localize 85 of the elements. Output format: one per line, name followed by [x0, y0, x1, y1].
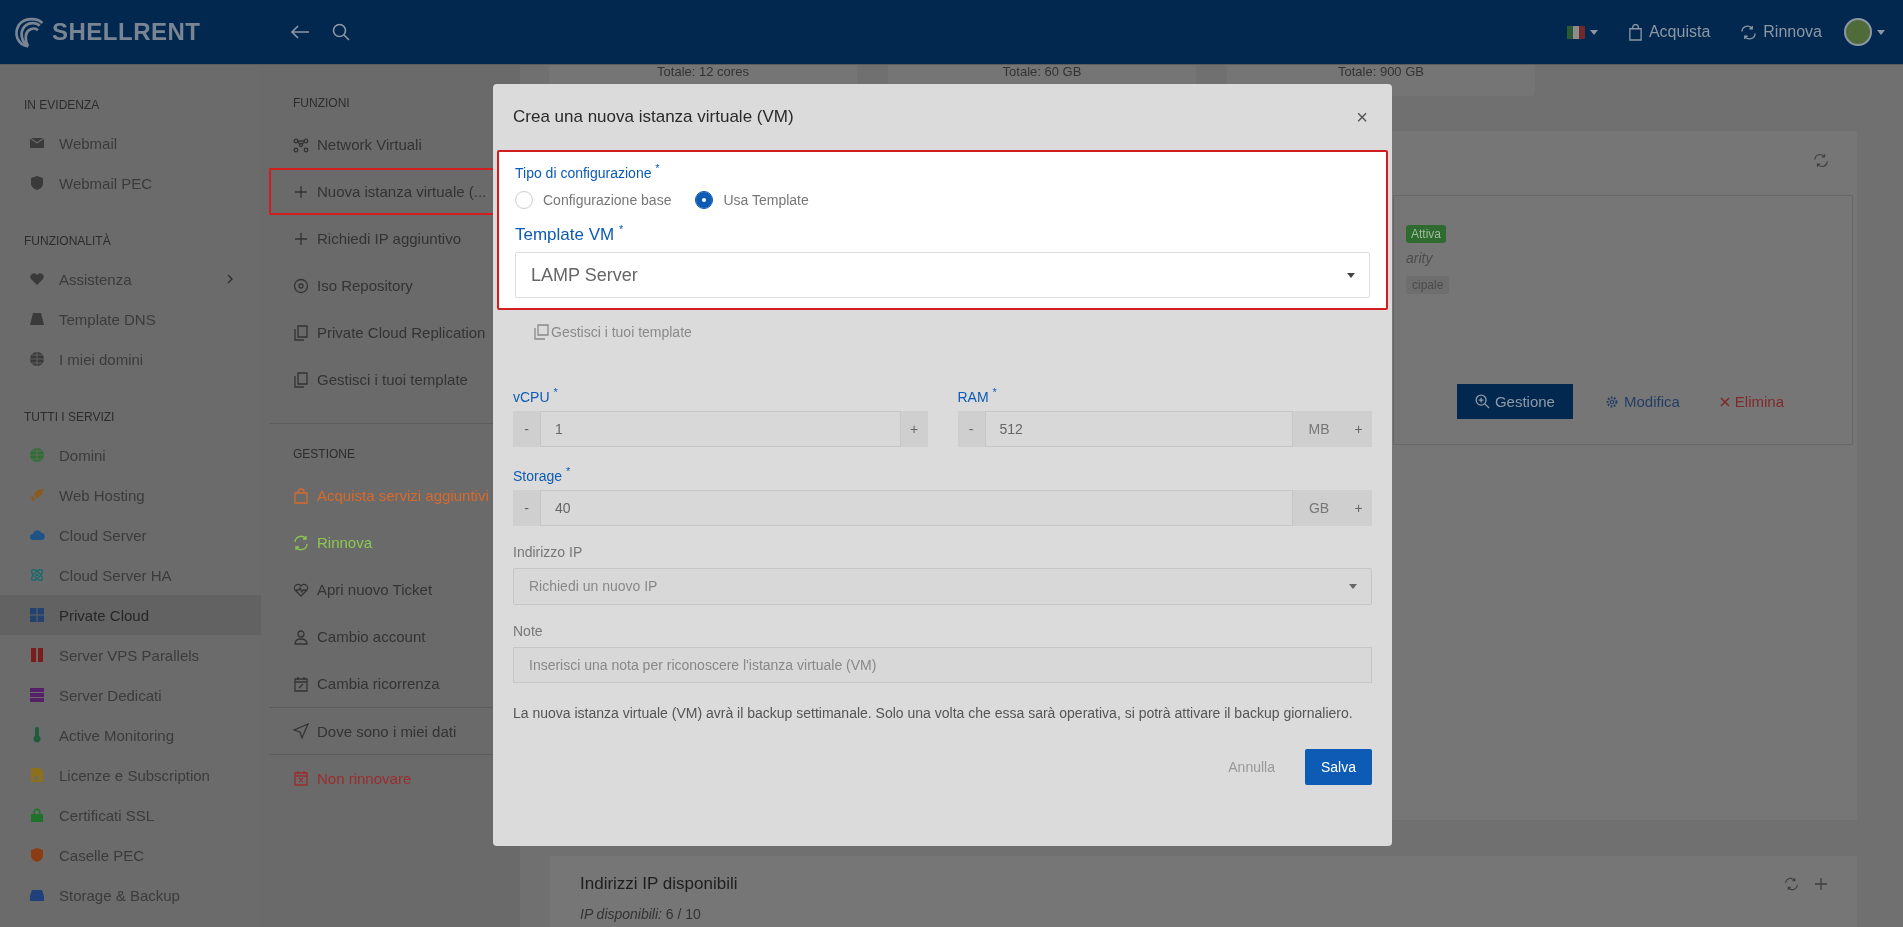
caret-icon	[1589, 29, 1598, 35]
close-button[interactable]: ×	[1352, 105, 1372, 129]
calendar-icon	[293, 675, 309, 692]
language-selector[interactable]	[1566, 25, 1598, 39]
stat-total: Totale: 60 GB	[1002, 65, 1082, 79]
field-label: RAM $^{*}$	[957, 386, 998, 405]
plus-icon	[293, 183, 309, 200]
radio-option[interactable]: Usa Template	[695, 190, 809, 209]
heart-icon	[29, 271, 45, 287]
info-text: La nuova istanza virtuale (VM) avrà il backup settimanale. Solo una volta che essa sarà operativa, si potrà attivare il backup giornaliero.	[513, 704, 1354, 721]
ip-summary: IP disponibili: 6 / 10	[580, 906, 702, 922]
manage-templates-link[interactable]: Gestisci i tuoi template	[533, 324, 1372, 341]
modal-title: Crea una nuova istanza virtuale (VM)	[513, 107, 794, 127]
function-item[interactable]: Rinnova	[269, 519, 512, 566]
radio-option[interactable]: Configurazione base	[515, 190, 672, 209]
number-field[interactable]: 1	[540, 410, 901, 447]
caret-icon	[1349, 583, 1357, 589]
function-item[interactable]: Cambia ricorrenza	[269, 660, 512, 707]
bag-icon	[293, 487, 309, 504]
increment-button[interactable]: +	[900, 410, 928, 447]
section-title: GESTIONE	[292, 446, 356, 463]
save-button[interactable]: Salva	[1304, 748, 1372, 785]
status-badge: Attiva	[1406, 225, 1446, 243]
increment-button[interactable]: +	[1345, 410, 1372, 447]
radio-button[interactable]	[695, 190, 714, 209]
field-label: Indirizzo IP	[513, 543, 584, 560]
field-label: Note	[513, 622, 544, 639]
caret-icon	[1347, 272, 1355, 278]
field-label: Template VM $^{*}$	[515, 222, 625, 245]
heart-icon	[293, 581, 309, 598]
calendar-x-icon	[293, 770, 309, 786]
zoom-in-icon	[1474, 394, 1490, 409]
avatar-icon	[1844, 18, 1872, 46]
refresh-icon	[293, 534, 309, 551]
stat-total: Totale: 900 GB	[1338, 65, 1424, 79]
send-icon	[293, 723, 309, 739]
caret-icon	[1877, 29, 1885, 35]
person-icon	[293, 628, 309, 645]
section-title: FUNZIONI	[292, 95, 351, 112]
unit-label: GB	[1293, 489, 1345, 526]
search-icon[interactable]	[332, 23, 350, 41]
refresh-icon	[1740, 24, 1758, 40]
copy-icon	[293, 324, 309, 341]
decrement-button[interactable]: -	[957, 410, 985, 447]
copy-icon	[293, 371, 309, 388]
copy-icon	[533, 324, 549, 341]
back-arrow-icon[interactable]	[290, 25, 310, 39]
cancel-button[interactable]: Annulla	[1222, 757, 1281, 776]
envelope-icon	[29, 135, 45, 151]
note-field[interactable]: Inserisci una nota per riconoscere l'istanza virtuale (VM)	[513, 646, 1372, 683]
account-menu[interactable]	[1844, 18, 1885, 46]
close-icon	[1719, 396, 1730, 407]
road-icon	[29, 311, 45, 327]
bag-icon	[1627, 23, 1643, 41]
globe-icon	[29, 351, 45, 367]
flag-icon	[1566, 25, 1585, 39]
number-field[interactable]: 512	[984, 410, 1293, 447]
increment-button[interactable]: +	[1345, 489, 1372, 526]
section-title: FUNZIONALITÀ	[23, 232, 112, 250]
edit-button[interactable]: Modifica	[1596, 387, 1688, 416]
delete-button[interactable]: Elimina	[1711, 387, 1792, 416]
shield-icon	[29, 175, 45, 191]
stat-total: Totale: 12 cores	[657, 65, 749, 79]
ip-select[interactable]: Richiedi un nuovo IP	[513, 567, 1372, 605]
function-item[interactable]: Acquista servizi aggiuntivi	[269, 472, 512, 519]
header-link[interactable]: Rinnova	[1740, 23, 1822, 41]
field-label: Tipo di configurazione $^{*}$	[515, 162, 661, 181]
sidebar-item[interactable]: Private Cloud	[0, 595, 261, 635]
header-link[interactable]: Acquista	[1627, 23, 1711, 41]
unit-label: MB	[1293, 410, 1345, 447]
card-title: Indirizzi IP disponibili	[580, 874, 739, 894]
disc-icon	[293, 277, 309, 294]
logo-text: SHELLRENT	[52, 18, 201, 46]
section-title: IN EVIDENZA	[23, 97, 101, 114]
network-icon	[293, 136, 309, 153]
decrement-button[interactable]: -	[513, 489, 540, 526]
manage-button[interactable]: Gestione	[1456, 384, 1573, 419]
plus-icon	[293, 230, 309, 247]
settings-icon	[1604, 394, 1619, 409]
template-select[interactable]: LAMP Server	[515, 252, 1370, 299]
number-field[interactable]: 40	[540, 489, 1293, 526]
decrement-button[interactable]: -	[513, 410, 540, 447]
chevron-right-icon	[227, 274, 233, 284]
field-label: Storage $^{*}$	[513, 464, 572, 484]
field-label: vCPU $^{*}$	[513, 386, 559, 405]
